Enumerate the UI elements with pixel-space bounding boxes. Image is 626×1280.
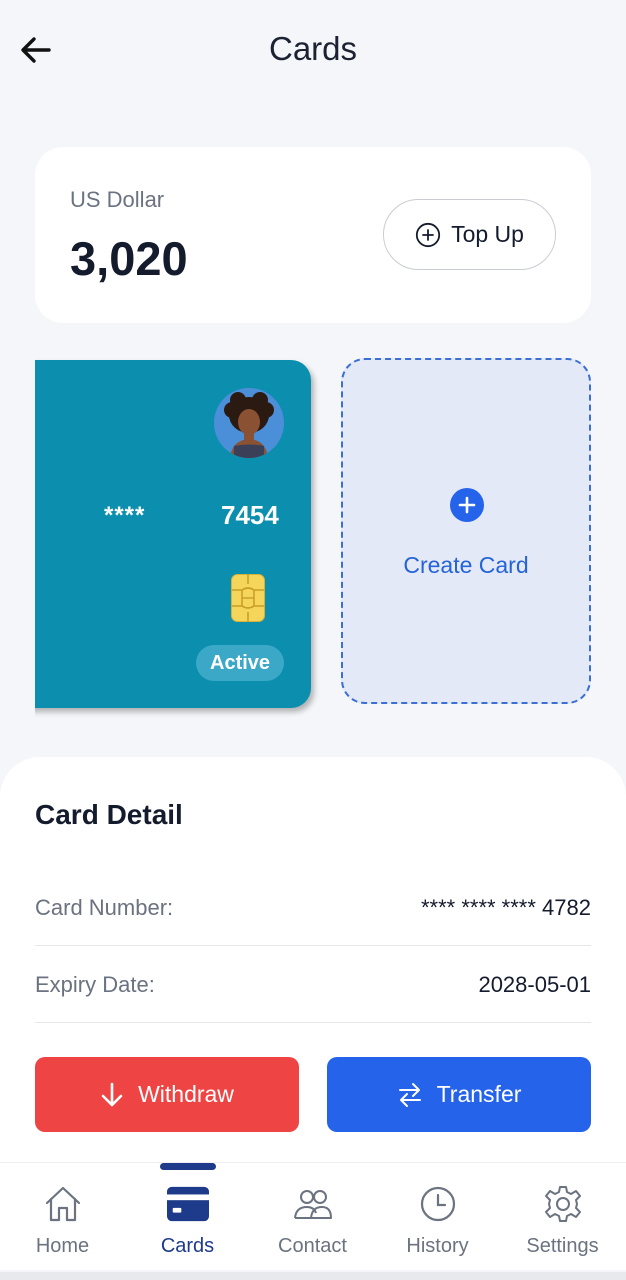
card-masked-number: ****	[104, 502, 146, 529]
top-up-label: Top Up	[451, 221, 524, 247]
cards-carousel[interactable]: **** 7454 01 Active Create Card	[0, 350, 626, 730]
nav-item-home[interactable]: Home	[0, 1163, 125, 1271]
active-tab-indicator	[160, 1163, 216, 1170]
detail-value: 2028-05-01	[478, 972, 591, 997]
plus-circle-icon	[415, 222, 441, 247]
detail-row-card-number: Card Number: **** **** **** 4782	[35, 869, 591, 946]
detail-row-expiry-date: Expiry Date: 2028-05-01	[35, 946, 591, 1023]
balance-amount: 3,020	[70, 232, 188, 285]
header: Cards	[0, 0, 626, 100]
transfer-label: Transfer	[436, 1081, 522, 1107]
clock-icon	[417, 1183, 459, 1225]
card-last-digits: 7454	[221, 500, 279, 530]
system-gesture-bar	[0, 1272, 626, 1280]
card-icon	[167, 1183, 209, 1225]
nav-label-home: Home	[35, 1235, 90, 1257]
nav-label-settings: Settings	[526, 1235, 599, 1257]
plus-icon	[450, 488, 484, 522]
nav-item-settings[interactable]: Settings	[500, 1163, 625, 1271]
page-title: Cards	[268, 30, 358, 67]
nav-label-contact: Contact	[278, 1235, 347, 1257]
currency-label: US Dollar	[70, 187, 165, 212]
create-card-button[interactable]: Create Card	[341, 358, 591, 704]
nav-item-history[interactable]: History	[375, 1163, 500, 1271]
section-title: Card Detail	[35, 799, 183, 830]
bank-card[interactable]: **** 7454 01 Active	[0, 360, 311, 708]
top-up-button[interactable]: Top Up	[383, 199, 556, 270]
nav-label-cards: Cards	[160, 1235, 215, 1257]
card-detail-panel: Card Detail Card Number: **** **** **** …	[0, 757, 626, 1177]
detail-label: Card Number:	[35, 895, 174, 920]
avatar	[214, 388, 284, 458]
nav-item-contact[interactable]: Contact	[250, 1163, 375, 1271]
detail-value: **** **** **** 4782	[420, 895, 591, 920]
transfer-button[interactable]: Transfer	[327, 1057, 591, 1132]
nav-label-history: History	[406, 1235, 469, 1257]
swap-arrows-icon	[398, 1082, 421, 1107]
chip-icon	[231, 574, 265, 627]
nav-item-cards[interactable]: Cards	[125, 1163, 250, 1271]
detail-label: Expiry Date:	[35, 972, 155, 997]
balance-card: US Dollar 3,020 Top Up	[35, 147, 591, 323]
carousel-mask	[0, 350, 35, 730]
home-icon	[42, 1183, 84, 1225]
create-card-label: Create Card	[403, 552, 529, 578]
arrow-down-icon	[101, 1082, 123, 1106]
gear-icon	[542, 1183, 584, 1225]
status-badge: Active	[196, 645, 285, 681]
withdraw-button[interactable]: Withdraw	[35, 1057, 299, 1132]
withdraw-label: Withdraw	[138, 1081, 234, 1107]
contacts-icon	[292, 1183, 334, 1225]
bottom-nav: Home Cards Contact History Settings	[0, 1162, 626, 1270]
